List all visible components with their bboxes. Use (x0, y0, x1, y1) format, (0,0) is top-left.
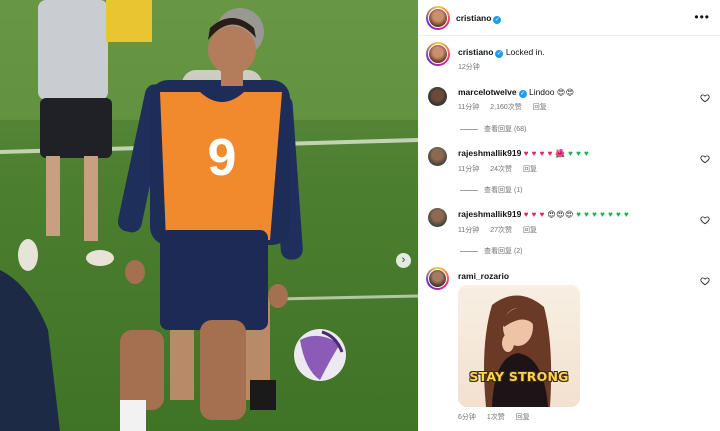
comment-text: Lindoo (528, 87, 555, 97)
commenter-avatar[interactable] (428, 147, 447, 166)
comment-row: rami_rozario (458, 271, 509, 281)
post-caption: cristiano ✓ Locked in. (458, 47, 545, 58)
heart-outline-icon[interactable] (700, 151, 710, 164)
comment-meta: 11分钟 2,160次赞 回复 (458, 102, 556, 112)
comment-likes[interactable]: 1次赞 (487, 414, 505, 421)
comment-emoji: 😍😍😍 (547, 210, 574, 219)
comment-likes[interactable]: 24次赞 (490, 166, 512, 173)
verified-badge-icon: ✓ (493, 16, 502, 24)
heart-outline-icon[interactable] (700, 273, 710, 286)
comment-username[interactable]: rajeshmallik919 (458, 148, 521, 158)
comment-meta: 11分钟 24次赞 回复 (458, 164, 546, 174)
view-replies-button[interactable]: 查看回复 (2) (460, 246, 523, 256)
more-options-icon[interactable]: ••• (694, 10, 710, 24)
caption-meta: 12分钟 (458, 62, 489, 72)
training-photo-illustration: 9 (0, 0, 418, 431)
view-replies-label[interactable]: 查看回复 (68) (484, 126, 526, 133)
view-replies-label[interactable]: 查看回复 (1) (484, 187, 523, 194)
view-replies-button[interactable]: 查看回复 (68) (460, 124, 526, 134)
comment-time: 11分钟 (458, 104, 480, 111)
view-replies-label[interactable]: 查看回复 (2) (484, 248, 523, 255)
caption-text: Locked in. (505, 47, 545, 57)
reply-button[interactable]: 回复 (523, 227, 537, 234)
comment-likes[interactable]: 27次赞 (490, 227, 512, 234)
comment-time: 11分钟 (458, 227, 480, 234)
comment-meta: 11分钟 27次赞 回复 (458, 225, 546, 235)
jersey-number: 9 (208, 129, 237, 187)
comment-username[interactable]: marcelotwelve (458, 87, 517, 97)
comment-username[interactable]: rajeshmallik919 (458, 209, 521, 219)
comment-emoji: 😍😍 (556, 88, 575, 97)
chevron-right-icon: › (401, 254, 406, 266)
next-photo-button[interactable]: › (396, 253, 411, 268)
caption-username[interactable]: cristiano (458, 47, 493, 57)
post-header: cristiano ✓ ••• (418, 0, 720, 36)
author-avatar[interactable] (426, 6, 450, 30)
commenter-avatar[interactable] (428, 208, 447, 227)
reply-button[interactable]: 回复 (516, 414, 530, 421)
view-replies-button[interactable]: 查看回复 (1) (460, 185, 523, 195)
commenter-avatar[interactable] (426, 267, 449, 290)
comment-text-extra: ♥ ♥ ♥ ♥ ♥ ♥ ♥ (576, 210, 630, 219)
reply-button[interactable]: 回复 (523, 166, 537, 173)
comment-text-extra: ♥ ♥ ♥ (568, 149, 590, 158)
comment-row: rajeshmallik919 ♥ ♥ ♥ ♥ 🌺 ♥ ♥ ♥ (458, 148, 589, 158)
post-sidebar: cristiano ✓ ••• cristiano ✓ Locked in. 12分… (418, 0, 720, 431)
commenter-avatar[interactable] (428, 87, 447, 106)
sticker-caption: STAY STRONG (469, 369, 569, 384)
comment-text: ♥ ♥ ♥ (523, 210, 545, 219)
heart-outline-icon[interactable] (700, 90, 710, 103)
caption-author-avatar[interactable] (426, 42, 450, 66)
comment-time: 6分钟 (458, 414, 476, 421)
caption-time: 12分钟 (458, 64, 480, 71)
comment-text: ♥ ♥ ♥ ♥ (523, 149, 553, 158)
comment-likes[interactable]: 2,160次赞 (490, 104, 522, 111)
comment-meta: 6分钟 1次赞 回复 (458, 412, 539, 422)
author-name[interactable]: cristiano (456, 13, 491, 23)
comment-time: 11分钟 (458, 166, 480, 173)
verified-badge-icon: ✓ (495, 50, 504, 58)
heart-outline-icon[interactable] (700, 212, 710, 225)
author-username-header[interactable]: cristiano ✓ (456, 13, 502, 24)
reply-button[interactable]: 回复 (533, 104, 547, 111)
sticker-illustration (484, 295, 552, 407)
post-photo: 9 › (0, 0, 418, 431)
comment-row: rajeshmallik919 ♥ ♥ ♥ 😍😍😍 ♥ ♥ ♥ ♥ ♥ ♥ ♥ (458, 209, 629, 219)
comment-username[interactable]: rami_rozario (458, 271, 509, 281)
comment-emoji: 🌺 (555, 149, 566, 158)
verified-badge-icon: ✓ (518, 90, 527, 98)
gif-sticker[interactable]: STAY STRONG (458, 285, 580, 407)
comment-row: marcelotwelve ✓ Lindoo 😍😍 (458, 87, 575, 98)
